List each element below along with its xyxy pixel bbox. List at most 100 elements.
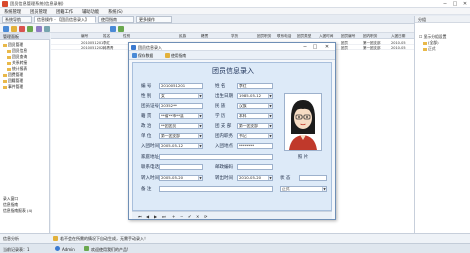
add-record-button[interactable]: + [172, 214, 175, 219]
address-label: 家庭地址 [141, 155, 159, 160]
chevron-down-icon: ▼ [268, 176, 272, 180]
column-header[interactable]: 民族 [179, 34, 186, 39]
open-icon[interactable] [11, 25, 17, 32]
current-user: Admin [62, 246, 75, 252]
chevron-down-icon: ▼ [268, 104, 272, 108]
menu-bar: 系统管理 团员管理 团籍工作 辅助功能 系统(S) [0, 8, 470, 15]
dialog-toolbar: 保存数据 使用指南 [129, 51, 335, 60]
new-icon[interactable] [3, 25, 9, 32]
grid-header: 编号 姓名 性别 民族 籍贯 学历 团员职务 联系电话 团员类型 入团时间 团员… [51, 33, 414, 39]
folder-icon [423, 47, 427, 51]
join-place-field[interactable]: ******** [237, 143, 273, 149]
member-entry-dialog: 团员信息录入 ─ □ ✕ 保存数据 使用指南 团员信息录入 编 号 201005… [128, 42, 336, 220]
folder-icon [7, 55, 11, 59]
photo-label: 照 片 [297, 155, 309, 160]
branch-select[interactable]: 第一团支部 ▼ [237, 123, 273, 129]
print-icon[interactable] [36, 25, 42, 32]
delete-record-button[interactable]: − [180, 214, 183, 219]
close-button[interactable]: ✕ [460, 0, 470, 8]
delete-icon[interactable] [19, 25, 25, 32]
folder-icon [3, 79, 7, 83]
folder-icon [3, 43, 7, 47]
export-icon[interactable] [44, 25, 50, 32]
remark-label: 备 注 [141, 187, 152, 192]
cancel-record-button[interactable]: ✕ [196, 214, 199, 219]
group-item-formal[interactable]: 正式 [423, 46, 436, 52]
column-header[interactable]: 入团时间 [319, 34, 333, 39]
tab-member-entry[interactable]: 信息操作 - 【团员信息录入】 [34, 16, 96, 23]
column-header[interactable]: 姓名 [103, 34, 110, 39]
save-icon [132, 53, 137, 58]
maximize-button[interactable]: □ [450, 0, 460, 8]
name-field[interactable]: 李红 [237, 83, 273, 89]
refresh-icon[interactable] [27, 25, 33, 32]
join-date-field[interactable]: 2005-05-12 ▼ [159, 143, 203, 149]
column-header[interactable]: 团员编号 [341, 34, 355, 39]
birthdate-field[interactable]: 1985-05-12 ▼ [237, 93, 273, 99]
dialog-minimize-button[interactable]: ─ [301, 43, 309, 51]
guide-button[interactable]: 使用指南 [165, 53, 186, 59]
form-title: 团员信息录入 [212, 67, 254, 75]
transfer-in-label: 转入时间 [141, 176, 159, 181]
member-type-select[interactable]: 正式 ▼ [280, 186, 327, 192]
column-header[interactable]: 编号 [81, 34, 88, 39]
tree-item[interactable]: 事件管理 [3, 84, 23, 90]
column-header[interactable]: 学历 [231, 34, 238, 39]
id-field[interactable]: 2010051201 [159, 83, 203, 89]
column-header[interactable]: 团员职务 [257, 34, 271, 39]
filter-icon[interactable] [110, 25, 116, 32]
phone-field[interactable] [159, 164, 203, 170]
minimize-button[interactable]: ─ [440, 0, 450, 8]
member-no-field[interactable]: 20352** [159, 103, 203, 109]
tab-more[interactable]: 更多操作 [136, 16, 172, 23]
save-button[interactable]: 保存数据 [132, 53, 153, 59]
postcode-field[interactable] [237, 164, 273, 170]
post-record-button[interactable]: ✔ [188, 214, 191, 219]
unit-select[interactable]: 第一团支部 ▼ [159, 133, 203, 139]
column-header[interactable]: 入团日期 [391, 34, 405, 39]
status-label: 状 态 [280, 176, 291, 181]
member-photo[interactable] [284, 93, 322, 151]
info-icon [53, 236, 58, 241]
prev-record-button[interactable]: ◀ [146, 214, 149, 219]
position-select[interactable]: 书记 ▼ [237, 133, 273, 139]
transfer-in-field[interactable]: 2005-05-20 ▼ [159, 175, 203, 181]
refresh-record-button[interactable]: ⟳ [204, 214, 207, 219]
birthdate-label: 出生日期 [215, 94, 233, 99]
tab-navigation[interactable]: 系统导航 [2, 16, 32, 23]
column-header[interactable]: 性别 [123, 34, 130, 39]
address-field[interactable] [159, 154, 273, 160]
postcode-label: 邮政编码 [215, 165, 233, 170]
last-record-button[interactable]: ⏭ [162, 214, 166, 219]
table-cell: 2010-05 [391, 40, 406, 45]
chevron-down-icon: ▼ [268, 134, 272, 138]
ethnicity-select[interactable]: 汉族 ▼ [237, 103, 273, 109]
chevron-down-icon: ▼ [198, 114, 202, 118]
hometown-field[interactable]: **省**市**县 ▼ [159, 113, 203, 119]
tab-guide[interactable]: 使用指南 [98, 16, 134, 23]
chevron-down-icon: ▼ [268, 94, 272, 98]
left-footer-item[interactable]: 信息指南报表 (4) [3, 208, 32, 214]
chevron-down-icon: ▼ [268, 114, 272, 118]
table-cell: 2010051201 [81, 40, 104, 45]
column-header[interactable]: 团内职务 [363, 34, 377, 39]
member-no-label: 团员证号 [141, 104, 159, 109]
status-field[interactable] [299, 175, 327, 181]
table-cell: 2010051202 [81, 45, 104, 50]
search-icon[interactable] [118, 25, 124, 32]
gender-select[interactable]: 女 ▼ [159, 93, 203, 99]
appearance-select[interactable]: **团团员 ▼ [159, 123, 203, 129]
unit-label: 单 位 [141, 134, 152, 139]
remark-field[interactable] [159, 186, 273, 192]
first-record-button[interactable]: ⏮ [138, 214, 142, 219]
join-date-label: 入团时间 [141, 144, 159, 149]
column-header[interactable]: 籍贯 [201, 34, 208, 39]
transfer-out-field[interactable]: 2010-05-20 ▼ [237, 175, 273, 181]
column-header[interactable]: 团员类型 [297, 34, 311, 39]
next-record-button[interactable]: ▶ [154, 214, 157, 219]
welcome-icon [84, 246, 89, 251]
education-select[interactable]: 本科 ▼ [237, 113, 273, 119]
dialog-close-button[interactable]: ✕ [323, 43, 331, 51]
dialog-maximize-button[interactable]: □ [311, 43, 319, 51]
column-header[interactable]: 联系电话 [277, 34, 291, 39]
